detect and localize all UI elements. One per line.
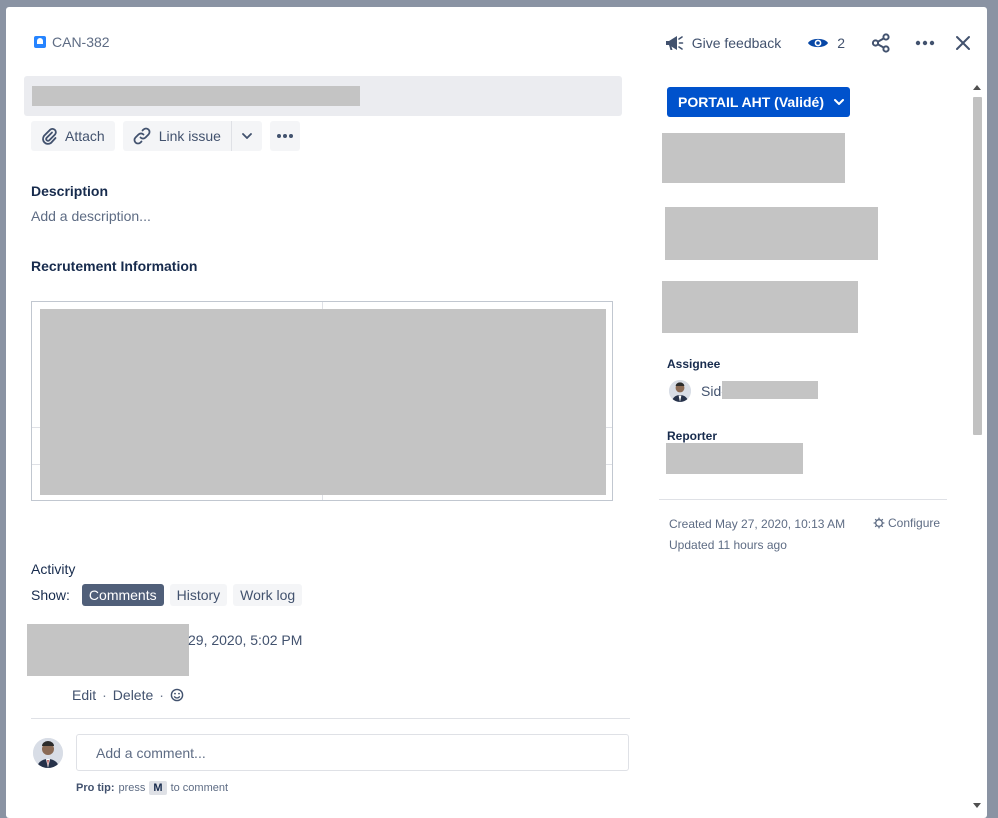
emoji-icon[interactable] bbox=[170, 688, 184, 702]
link-issue-button[interactable]: Link issue bbox=[123, 121, 231, 151]
give-feedback-label: Give feedback bbox=[691, 35, 782, 51]
watch-count: 2 bbox=[837, 35, 845, 51]
redacted-assignee-name bbox=[722, 381, 818, 399]
separator-dot: · bbox=[102, 687, 107, 703]
link-issue-dropdown-button[interactable] bbox=[232, 121, 262, 151]
reporter-label: Reporter bbox=[667, 429, 718, 443]
description-heading: Description bbox=[31, 183, 109, 199]
show-label: Show: bbox=[31, 587, 70, 603]
attach-button[interactable]: Attach bbox=[31, 121, 115, 151]
link-icon bbox=[133, 127, 151, 145]
more-actions-button[interactable] bbox=[907, 29, 943, 57]
share-icon bbox=[871, 33, 890, 53]
chevron-down-icon bbox=[242, 133, 252, 139]
issue-toolbar: Attach Link issue bbox=[31, 121, 300, 151]
comment-timestamp: 29, 2020, 5:02 PM bbox=[188, 632, 303, 648]
close-icon bbox=[956, 36, 970, 50]
sidebar-divider bbox=[659, 499, 947, 500]
activity-heading: Activity bbox=[31, 561, 76, 577]
redacted-field bbox=[662, 281, 858, 333]
more-icon bbox=[276, 134, 293, 138]
watch-button[interactable]: 2 bbox=[799, 29, 853, 57]
tab-comments[interactable]: Comments bbox=[81, 584, 164, 606]
current-user-avatar bbox=[33, 738, 63, 768]
link-issue-group: Link issue bbox=[122, 121, 262, 151]
separator-dot: · bbox=[159, 687, 164, 703]
scroll-down-arrow[interactable] bbox=[973, 803, 981, 808]
scrollbar-thumb[interactable] bbox=[973, 97, 982, 435]
tab-work-log[interactable]: Work log bbox=[233, 584, 303, 606]
toolbar-more-button[interactable] bbox=[269, 121, 300, 151]
more-icon bbox=[915, 40, 935, 46]
redacted-table-content bbox=[40, 309, 606, 495]
megaphone-icon bbox=[665, 36, 684, 50]
description-field[interactable]: Add a description... bbox=[31, 208, 151, 224]
status-label: PORTAIL AHT (Validé) bbox=[678, 94, 824, 110]
pro-tip-prefix: Pro tip: bbox=[76, 782, 115, 794]
issue-summary-field[interactable] bbox=[24, 76, 622, 116]
redacted-comment-author bbox=[27, 624, 189, 676]
link-issue-label: Link issue bbox=[158, 128, 221, 144]
attach-label: Attach bbox=[65, 128, 105, 144]
recrutement-table bbox=[31, 301, 613, 501]
pro-tip: Pro tip: press M to comment bbox=[76, 781, 228, 795]
share-button[interactable] bbox=[863, 29, 899, 57]
chevron-down-icon bbox=[833, 99, 844, 105]
story-icon bbox=[34, 36, 46, 48]
comment-divider bbox=[31, 718, 630, 719]
recrutement-heading: Recrutement Information bbox=[31, 258, 198, 274]
status-transition-button[interactable]: PORTAIL AHT (Validé) bbox=[667, 87, 850, 117]
give-feedback-button[interactable]: Give feedback bbox=[656, 29, 790, 57]
pro-tip-suffix: to comment bbox=[170, 782, 229, 794]
gear-icon bbox=[873, 517, 885, 529]
scroll-up-arrow[interactable] bbox=[973, 85, 981, 90]
issue-key-label: CAN-382 bbox=[52, 34, 110, 50]
created-date: Created May 27, 2020, 10:13 AM bbox=[669, 517, 846, 531]
activity-filter: Show: Comments History Work log bbox=[31, 584, 303, 606]
scrollbar[interactable] bbox=[970, 82, 985, 810]
issue-key-link[interactable]: CAN-382 bbox=[34, 34, 110, 50]
edit-comment-link[interactable]: Edit bbox=[72, 687, 96, 703]
redacted-reporter bbox=[666, 443, 803, 474]
close-button[interactable] bbox=[951, 29, 975, 57]
eye-icon bbox=[808, 38, 829, 48]
issue-modal: CAN-382 Give feedback 2 Attach Link issu… bbox=[6, 7, 987, 818]
comment-actions: Edit · Delete · bbox=[72, 687, 184, 703]
paperclip-icon bbox=[42, 127, 57, 145]
configure-link[interactable]: Configure bbox=[873, 516, 940, 530]
redacted-summary bbox=[32, 86, 360, 106]
redacted-field bbox=[662, 133, 845, 183]
assignee-avatar[interactable] bbox=[669, 380, 691, 402]
delete-comment-link[interactable]: Delete bbox=[113, 687, 153, 703]
redacted-field bbox=[665, 207, 878, 260]
add-comment-input[interactable]: Add a comment... bbox=[76, 734, 629, 771]
updated-date: Updated 11 hours ago bbox=[669, 538, 787, 552]
pro-tip-press: press bbox=[118, 782, 146, 794]
tab-history[interactable]: History bbox=[169, 584, 228, 606]
assignee-label: Assignee bbox=[667, 357, 721, 371]
configure-label: Configure bbox=[888, 516, 941, 530]
keyboard-shortcut-key: M bbox=[149, 781, 167, 795]
header-actions: Give feedback 2 bbox=[656, 29, 975, 57]
